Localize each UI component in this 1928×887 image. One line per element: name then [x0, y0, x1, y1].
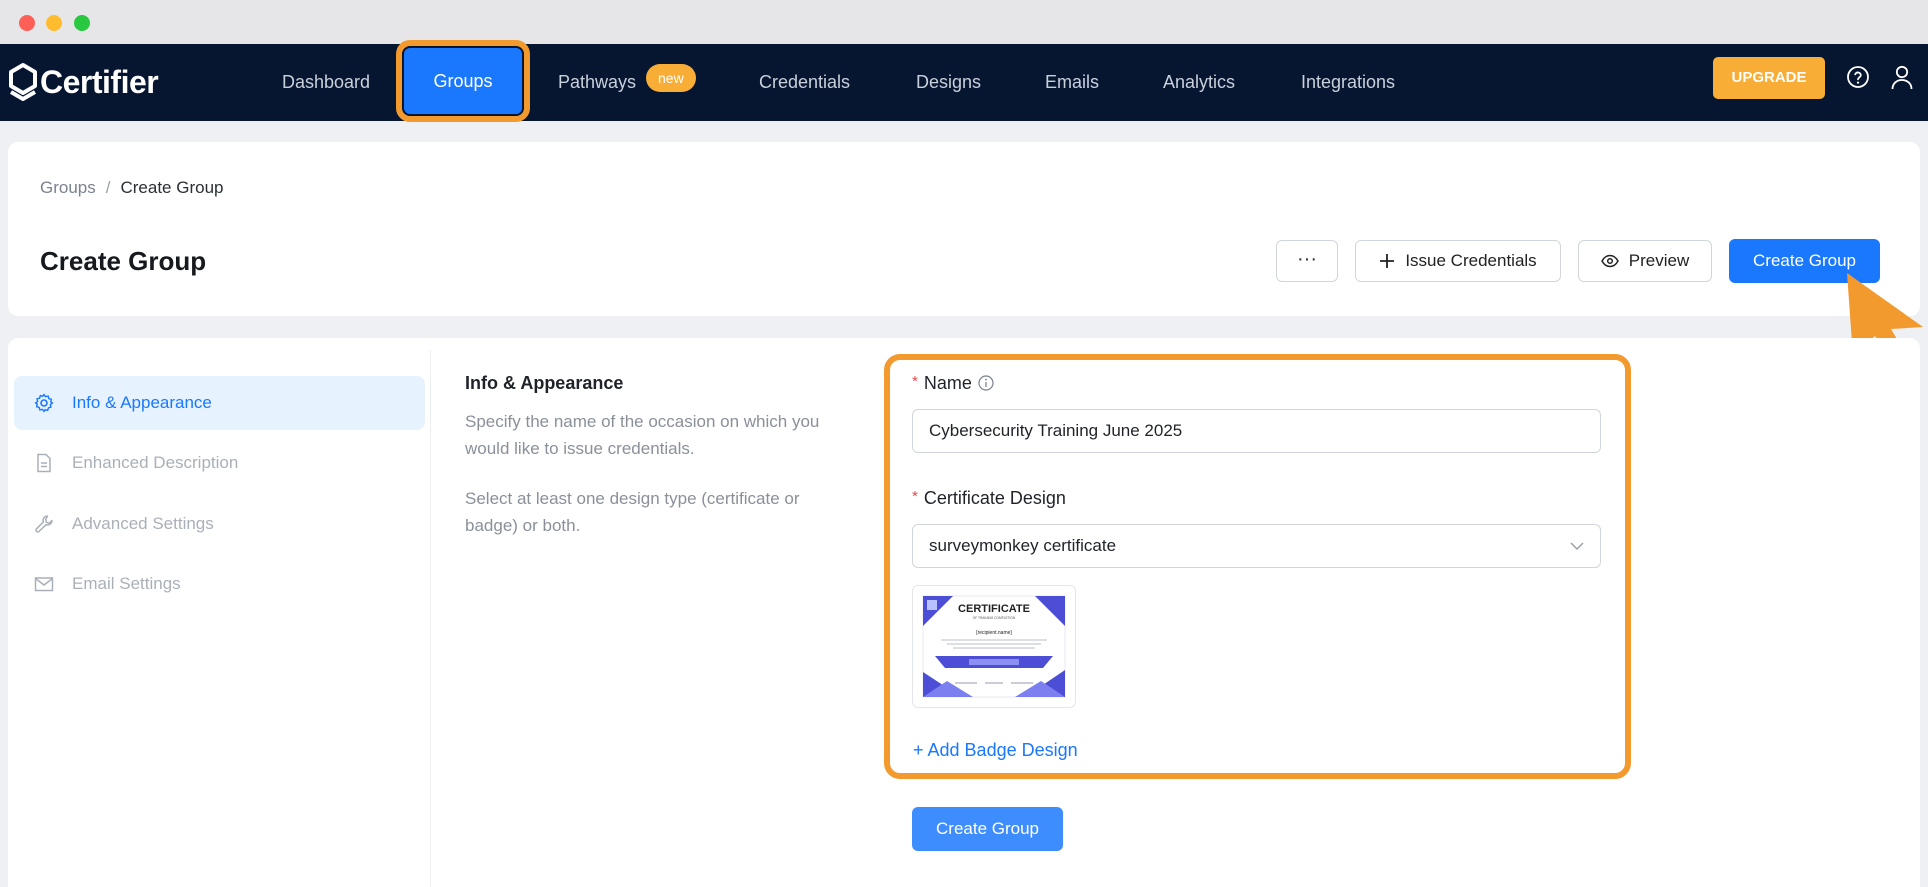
more-actions-button[interactable]: ··· — [1276, 240, 1338, 282]
plus-icon — [1380, 254, 1395, 268]
help-icon[interactable] — [1846, 65, 1870, 89]
certificate-title-text: CERTIFICATE — [958, 603, 1030, 615]
name-input[interactable]: Cybersecurity Training June 2025 — [912, 409, 1601, 453]
eye-icon — [1600, 254, 1619, 268]
design-label-text: Certificate Design — [923, 488, 1066, 508]
issue-credentials-button[interactable]: Issue Credentials — [1355, 240, 1561, 282]
breadcrumb: Groups / Create Group — [40, 178, 223, 198]
sidebar-item-label: Enhanced Description — [72, 453, 239, 472]
nav-analytics[interactable]: Analytics — [1163, 44, 1235, 121]
sidebar-item-label: Advanced Settings — [72, 514, 214, 533]
certificate-design-value: surveymonkey certificate — [929, 536, 1117, 555]
nav-designs[interactable]: Designs — [916, 44, 981, 121]
issue-credentials-label: Issue Credentials — [1405, 251, 1537, 270]
page-header-card — [8, 142, 1920, 316]
nav-integrations[interactable]: Integrations — [1301, 44, 1395, 121]
envelope-icon — [34, 577, 54, 592]
certificate-thumbnail[interactable]: CERTIFICATE OF TRAINING COMPLETION [reci… — [912, 585, 1076, 708]
nav-groups[interactable]: Groups — [404, 48, 522, 114]
page-title: Create Group — [40, 246, 207, 276]
certifier-logo-icon — [9, 63, 37, 101]
gear-icon — [34, 393, 54, 413]
name-field-label: * Name — [912, 373, 994, 394]
new-badge: new — [646, 64, 696, 92]
certificate-subtitle-text: OF TRAINING COMPLETION — [973, 616, 1016, 620]
wrench-icon — [35, 515, 53, 533]
nav-pathways[interactable]: Pathways — [558, 44, 636, 121]
upgrade-button[interactable]: UPGRADE — [1713, 57, 1825, 99]
brand-logo[interactable]: Certifier — [8, 60, 159, 104]
breadcrumb-separator: / — [105, 178, 111, 197]
section-description-design: Select at least one design type (certifi… — [465, 489, 800, 535]
nav-credentials[interactable]: Credentials — [759, 44, 850, 121]
close-window-button[interactable] — [19, 15, 35, 31]
sidebar-item-label: Email Settings — [72, 574, 181, 593]
design-field-label: * Certificate Design — [912, 488, 1066, 509]
minimize-window-button[interactable] — [46, 15, 62, 31]
certificate-preview-image: CERTIFICATE OF TRAINING COMPLETION [reci… — [922, 595, 1066, 698]
sidebar-divider — [430, 350, 431, 887]
create-group-submit-button[interactable]: Create Group — [912, 807, 1063, 851]
chevron-down-icon — [1570, 542, 1584, 551]
section-title: Info & Appearance — [465, 373, 624, 393]
document-icon — [37, 453, 51, 473]
sidebar-item-email-settings[interactable]: Email Settings — [14, 557, 425, 611]
certificate-recipient-text: [recipient.name] — [976, 630, 1012, 636]
breadcrumb-current: Create Group — [120, 178, 224, 197]
sidebar-item-enhanced-description[interactable]: Enhanced Description — [14, 436, 425, 490]
maximize-window-button[interactable] — [74, 15, 90, 31]
breadcrumb-groups-link[interactable]: Groups — [40, 178, 96, 197]
preview-label: Preview — [1628, 251, 1690, 270]
info-icon[interactable] — [978, 375, 994, 391]
name-label-text: Name — [923, 373, 972, 393]
user-icon[interactable] — [1890, 64, 1914, 90]
certificate-design-select[interactable]: surveymonkey certificate — [912, 524, 1601, 568]
section-description: Specify the name of the occasion on whic… — [465, 412, 820, 458]
window-titlebar — [0, 0, 1928, 44]
sidebar-item-info-appearance[interactable]: Info & Appearance — [14, 376, 425, 430]
brand-name: Certifier — [40, 63, 159, 100]
preview-button[interactable]: Preview — [1578, 240, 1712, 282]
nav-emails[interactable]: Emails — [1045, 44, 1099, 121]
required-marker: * — [912, 488, 918, 505]
sidebar-item-label: Info & Appearance — [72, 393, 212, 412]
required-marker: * — [912, 373, 918, 390]
nav-dashboard[interactable]: Dashboard — [282, 44, 370, 121]
top-navbar: Certifier Dashboard Pathways Credentials… — [0, 44, 1928, 121]
sidebar-item-advanced-settings[interactable]: Advanced Settings — [14, 497, 425, 551]
add-badge-design-link[interactable]: + Add Badge Design — [913, 740, 1078, 761]
